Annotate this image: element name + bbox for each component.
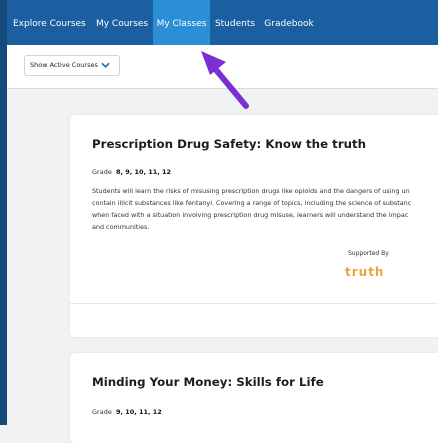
course-grades: Grade 9, 10, 11, 12 xyxy=(92,408,162,416)
sponsor-logo: truth xyxy=(345,265,385,279)
course-title[interactable]: Prescription Drug Safety: Know the truth xyxy=(92,137,366,151)
course-description: Students will learn the risks of misusin… xyxy=(92,185,438,233)
top-navigation: Explore Courses My Courses My Classes St… xyxy=(0,0,438,45)
window-frame-left xyxy=(0,0,7,425)
nav-my-courses[interactable]: My Courses xyxy=(91,0,153,45)
nav-my-classes[interactable]: My Classes xyxy=(153,0,210,45)
nav-explore-courses[interactable]: Explore Courses xyxy=(13,0,86,45)
grade-label: Grade xyxy=(92,408,112,416)
course-status-dropdown[interactable]: Show Active Courses xyxy=(24,55,120,76)
card-divider xyxy=(70,303,438,304)
supported-by-label: Supported By xyxy=(348,250,389,257)
dropdown-selected-value: Show Active Courses xyxy=(30,61,98,69)
chevron-down-icon xyxy=(101,62,110,68)
grade-label: Grade xyxy=(92,168,112,176)
course-title[interactable]: Minding Your Money: Skills for Life xyxy=(92,375,324,389)
description-line: contain illicit substances like fentanyl… xyxy=(92,199,412,207)
course-card[interactable]: Prescription Drug Safety: Know the truth… xyxy=(70,115,438,337)
grade-values: 8, 9, 10, 11, 12 xyxy=(115,168,172,176)
description-line: and communities. xyxy=(92,223,150,231)
course-grades: Grade 8, 9, 10, 11, 12 xyxy=(92,168,171,176)
description-line: Students will learn the risks of misusin… xyxy=(92,187,410,195)
nav-gradebook[interactable]: Gradebook xyxy=(262,0,316,45)
course-card[interactable]: Minding Your Money: Skills for Life Grad… xyxy=(70,353,438,443)
nav-students[interactable]: Students xyxy=(213,0,257,45)
grade-values: 9, 10, 11, 12 xyxy=(115,408,162,416)
description-line: when faced with a situation involving pr… xyxy=(92,211,409,219)
filter-bar: Show Active Courses xyxy=(7,45,438,89)
